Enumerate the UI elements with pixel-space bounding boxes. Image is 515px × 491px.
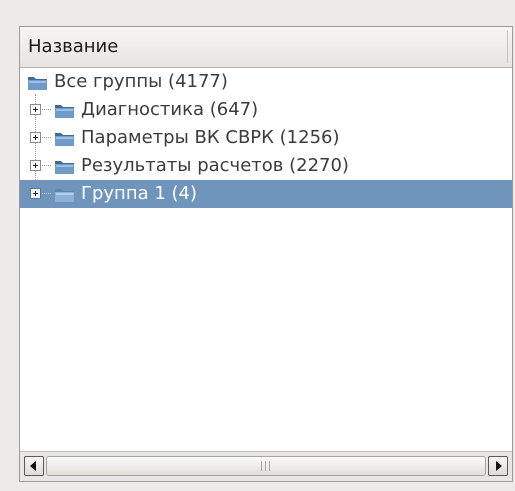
tree-connector-branch	[42, 109, 51, 110]
tree-row-diagnostics[interactable]: Диагностика (647)	[20, 96, 512, 124]
tree-row-label: Диагностика (647)	[81, 99, 259, 120]
column-header[interactable]: Название	[20, 27, 512, 68]
tree-connector-branch	[42, 137, 51, 138]
scroll-right-button[interactable]	[488, 456, 508, 476]
tree-connector-branch	[42, 193, 51, 194]
scroll-left-button[interactable]	[24, 456, 44, 476]
tree-row-results[interactable]: Результаты расчетов (2270)	[20, 152, 512, 180]
folder-icon	[55, 105, 74, 118]
tree-row-label: Группа 1 (4)	[81, 183, 198, 204]
horizontal-scrollbar[interactable]	[20, 451, 512, 481]
arrow-left-icon	[30, 461, 36, 471]
expand-icon[interactable]	[30, 104, 41, 115]
tree-row-group-1[interactable]: Группа 1 (4)	[20, 180, 512, 208]
tree-row-label: Параметры ВК СВРК (1256)	[81, 127, 340, 148]
tree-row-parameters[interactable]: Параметры ВК СВРК (1256)	[20, 124, 512, 152]
tree-row-label: Все группы (4177)	[54, 71, 228, 92]
column-header-label: Название	[28, 36, 119, 57]
folder-icon	[55, 161, 74, 174]
folder-icon	[55, 133, 74, 146]
expand-icon[interactable]	[30, 188, 41, 199]
scrollbar-thumb[interactable]	[46, 456, 486, 476]
arrow-right-icon	[496, 461, 502, 471]
folder-icon	[55, 189, 74, 202]
tree-connector-branch	[42, 165, 51, 166]
tree-row-label: Результаты расчетов (2270)	[81, 155, 349, 176]
expand-icon[interactable]	[30, 160, 41, 171]
tree-row-root[interactable]: Все группы (4177)	[20, 68, 512, 96]
column-divider	[507, 31, 508, 63]
grip-icon	[261, 461, 271, 471]
tree: Все группы (4177) Диагностика (647) Пара…	[20, 68, 512, 452]
expand-icon[interactable]	[30, 132, 41, 143]
tree-view-panel: Название Все группы (4177) Диагностика (…	[19, 26, 513, 482]
folder-icon	[28, 77, 47, 90]
